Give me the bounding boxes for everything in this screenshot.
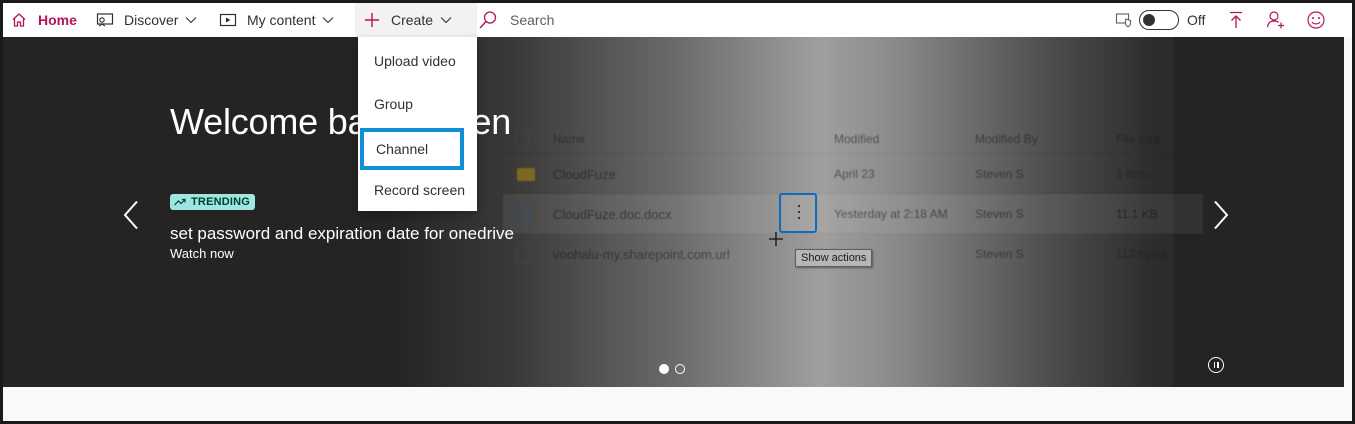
more-vertical-icon xyxy=(798,205,800,207)
column-header-file-size: File size xyxy=(1116,132,1161,146)
carousel-previous-button[interactable] xyxy=(116,195,146,235)
chevron-left-icon xyxy=(123,200,138,230)
row-2-modified-by: Steven S xyxy=(975,207,1024,221)
row-1-name: CloudFuze xyxy=(553,167,616,182)
search-input[interactable] xyxy=(510,12,810,28)
video-title[interactable]: set password and expiration date for one… xyxy=(170,224,514,244)
nav-home-label: Home xyxy=(38,12,77,28)
carousel-dot-2[interactable] xyxy=(675,364,685,374)
add-person-icon[interactable] xyxy=(1264,8,1288,32)
menu-item-record-screen[interactable]: Record screen xyxy=(358,168,477,211)
column-header-modified-by: Modified By xyxy=(975,132,1038,146)
show-actions-tooltip: Show actions xyxy=(795,249,873,267)
discover-icon xyxy=(96,11,114,29)
carousel-indicators xyxy=(659,364,685,374)
search-icon xyxy=(477,9,499,31)
row-1-modified: April 23 xyxy=(834,167,875,181)
toggle-switch[interactable] xyxy=(1139,10,1179,30)
welcome-text-tail: en xyxy=(471,101,512,142)
watch-now-link[interactable]: Watch now xyxy=(170,246,234,261)
more-actions-button xyxy=(779,193,817,233)
my-content-icon xyxy=(219,11,237,29)
top-navigation: Home Discover My content Create Search O… xyxy=(3,3,1352,37)
chevron-down-icon xyxy=(185,16,197,24)
smiley-icon[interactable] xyxy=(1304,8,1328,32)
upload-icon[interactable] xyxy=(1224,8,1248,32)
nav-my-content[interactable]: My content xyxy=(219,3,334,37)
crosshair-cursor-icon xyxy=(769,232,783,246)
create-dropdown-menu: Upload video Group Channel Record screen xyxy=(358,37,477,211)
plus-icon xyxy=(363,11,381,29)
carousel-pause-button[interactable] xyxy=(1208,357,1224,373)
row-3-size: 113 bytes xyxy=(1116,247,1168,261)
trending-icon xyxy=(174,198,186,206)
nav-home[interactable]: Home xyxy=(10,3,77,37)
row-1-modified-by: Steven S xyxy=(975,167,1024,181)
row-2-size: 11.1 KB xyxy=(1116,207,1158,221)
menu-item-group[interactable]: Group xyxy=(358,82,477,125)
row-3-modified-by: Steven S xyxy=(975,247,1024,261)
row-3-name: voohalu-my.sharepoint.com.url xyxy=(553,247,730,262)
nav-discover-label: Discover xyxy=(124,12,179,28)
chevron-down-icon xyxy=(440,16,452,24)
chevron-down-icon xyxy=(322,16,334,24)
row-2-modified: Yesterday at 2:18 AM xyxy=(834,207,948,221)
hero-carousel: es Name Modified Modified By File size C… xyxy=(3,37,1344,387)
app-frame: Home Discover My content Create Search O… xyxy=(0,0,1355,424)
welcome-text: Welcome ba xyxy=(170,101,368,142)
toggle-group: Off xyxy=(1115,3,1205,37)
pause-icon-bar xyxy=(1217,362,1219,368)
column-header-modified: Modified xyxy=(834,132,880,146)
row-1-size: 1 item xyxy=(1116,167,1149,181)
chevron-right-icon xyxy=(1214,200,1229,230)
carousel-next-button[interactable] xyxy=(1206,195,1236,235)
nav-create[interactable]: Create xyxy=(355,3,477,37)
carousel-dot-1[interactable] xyxy=(659,364,669,374)
search-box[interactable] xyxy=(477,3,810,37)
page-content-area xyxy=(3,387,1352,421)
link-file-icon xyxy=(516,247,530,263)
shield-icon[interactable] xyxy=(1115,12,1133,28)
trending-label: TRENDING xyxy=(191,196,251,208)
file-type-icon xyxy=(515,131,529,147)
row-divider xyxy=(503,153,1203,154)
nav-create-label: Create xyxy=(391,12,434,28)
word-file-icon xyxy=(516,207,530,223)
menu-item-channel[interactable]: Channel xyxy=(360,128,464,170)
row-2-name: CloudFuze.doc.docx xyxy=(553,207,672,222)
menu-item-upload-video[interactable]: Upload video xyxy=(358,39,477,82)
column-header-name: Name xyxy=(553,132,586,146)
toggle-knob xyxy=(1143,14,1155,26)
pause-icon xyxy=(1213,362,1215,368)
nav-discover[interactable]: Discover xyxy=(96,3,197,37)
row-divider xyxy=(503,233,1203,234)
nav-my-content-label: My content xyxy=(247,12,316,28)
toggle-label: Off xyxy=(1187,12,1206,28)
folder-icon xyxy=(517,168,535,181)
home-icon xyxy=(10,11,28,29)
trending-badge: TRENDING xyxy=(170,194,256,210)
